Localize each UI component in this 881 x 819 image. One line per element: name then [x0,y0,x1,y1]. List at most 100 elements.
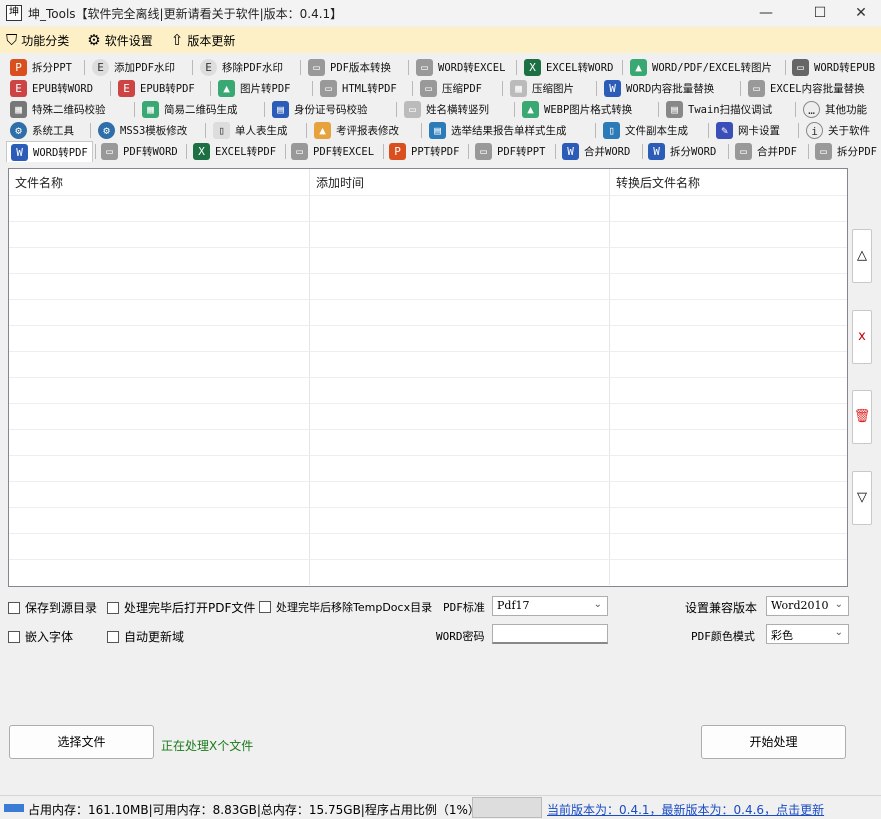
tab-other-functions[interactable]: … 其他功能 [803,99,867,120]
option-remove-temp[interactable]: 处理完毕后移除TempDocx目录 [259,599,432,615]
table-row[interactable] [9,403,847,429]
tab-twain-scanner[interactable]: ▤ Twain扫描仪调试 [666,99,772,120]
tab-row-1: P 拆分PPT E 添加PDF水印 E 移除PDF水印 ▭ PDF版本转换 ▭ WORD转… [0,57,881,78]
tab-excel-to-word[interactable]: X EXCEL转WORD [524,57,613,78]
table-row[interactable] [9,533,847,559]
tab-simple-qr-generate[interactable]: ▦ 简易二维码生成 [142,99,238,120]
table-row[interactable] [9,377,847,403]
pdf-standard-select[interactable]: Pdf17 ⌄ [492,596,608,616]
tab-election-report-style[interactable]: ▤ 选举结果报告单样式生成 [429,120,567,141]
tab-label: Twain扫描仪调试 [688,104,773,116]
checkbox[interactable] [259,601,271,613]
table-row[interactable] [9,299,847,325]
watermark-icon: E [92,59,109,76]
tab-split-ppt[interactable]: P 拆分PPT [10,57,72,78]
tab-id-number-verify[interactable]: ▤ 身份证号码校验 [272,99,368,120]
tab-excel-to-pdf[interactable]: X EXCEL转PDF [193,141,276,162]
tab-single-person-table[interactable]: ▯ 单人表生成 [213,120,288,141]
option-open-after[interactable]: 处理完毕后打开PDF文件 [107,599,255,616]
tab-image-to-pdf[interactable]: ▲ 图片转PDF [218,78,290,99]
close-button[interactable]: ✕ [841,0,881,26]
tab-pdf-version-convert[interactable]: ▭ PDF版本转换 [308,57,391,78]
table-cell [610,196,847,221]
tab-excel-batch-replace[interactable]: ▭ EXCEL内容批量替换 [748,78,865,99]
select-file-button[interactable]: 选择文件 [9,725,154,759]
tab-epub-to-word[interactable]: E EPUB转WORD [10,78,93,99]
tab-epub-to-pdf[interactable]: E EPUB转PDF [118,78,195,99]
checkbox[interactable] [8,601,20,614]
table-row[interactable] [9,221,847,247]
minimize-button[interactable]: — [743,0,789,26]
tab-label: WORD/PDF/EXCEL转图片 [652,62,773,74]
tab-ppt-to-pdf[interactable]: P PPT转PDF [389,141,459,162]
tab-mss3-template[interactable]: ⚙ MSS3模板修改 [98,120,187,141]
pdf-color-mode-select[interactable]: 彩色 ⌄ [766,624,849,644]
tab-system-tools[interactable]: ⚙ 系统工具 [10,120,74,141]
menu-version-update[interactable]: ⇧ 版本更新 [171,31,236,49]
tab-html-to-pdf[interactable]: ▭ HTML转PDF [320,78,397,99]
id-card-icon: ▤ [272,101,289,118]
option-auto-update-field[interactable]: 自动更新域 [107,628,184,645]
column-header-add-time[interactable]: 添加时间 [310,169,610,195]
table-row[interactable] [9,455,847,481]
table-row[interactable] [9,559,847,585]
tab-pdf-to-excel[interactable]: ▭ PDF转EXCEL [291,141,374,162]
tab-file-copy-generate[interactable]: ▯ 文件副本生成 [603,120,688,141]
tab-pdf-to-word[interactable]: ▭ PDF转WORD [101,141,178,162]
checkbox[interactable] [107,601,119,614]
move-up-button[interactable]: △ [852,229,872,283]
table-row[interactable] [9,325,847,351]
tab-special-qr-verify[interactable]: ▦ 特殊二维码校验 [10,99,106,120]
tab-webp-convert[interactable]: ▲ WEBP图片格式转换 [522,99,632,120]
clear-list-button[interactable]: 🗑 [852,390,872,444]
file-list-table[interactable]: 文件名称 添加时间 转换后文件名称 [8,168,848,587]
gear-icon: ⚙ [87,31,101,49]
tab-split-pdf[interactable]: ▭ 拆分PDF [815,141,877,162]
table-row[interactable] [9,247,847,273]
option-save-to-source[interactable]: 保存到源目录 [8,599,97,616]
tab-remove-pdf-watermark[interactable]: E 移除PDF水印 [200,57,283,78]
tab-compress-pdf[interactable]: ▭ 压缩PDF [420,78,482,99]
tab-evaluation-report[interactable]: ▲ 考评报表修改 [314,120,399,141]
tab-word-to-excel[interactable]: ▭ WORD转EXCEL [416,57,505,78]
tab-word-to-epub[interactable]: ▭ WORD转EPUB [792,57,875,78]
checkbox[interactable] [107,630,119,643]
tab-label: 文件副本生成 [625,125,688,137]
tab-add-pdf-watermark[interactable]: E 添加PDF水印 [92,57,175,78]
table-cell [310,482,610,507]
table-row[interactable] [9,429,847,455]
menu-function-category[interactable]: ⛉ 功能分类 [6,31,69,49]
compat-version-select[interactable]: Word2010 ⌄ [766,596,849,616]
start-process-button[interactable]: 开始处理 [701,725,846,759]
table-row[interactable] [9,351,847,377]
table-row[interactable] [9,507,847,533]
table-row[interactable] [9,481,847,507]
tab-label: PDF转EXCEL [313,146,375,158]
table-row[interactable] [9,273,847,299]
tab-name-horizontal-vertical[interactable]: ▭ 姓名横转竖列 [404,99,489,120]
option-embed-font[interactable]: 嵌入字体 [8,628,73,645]
checkbox[interactable] [8,630,20,643]
menu-software-settings[interactable]: ⚙ 软件设置 [87,31,152,49]
tab-merge-word[interactable]: W 合并WORD [562,141,630,162]
tab-network-card-settings[interactable]: ✎ 网卡设置 [716,120,780,141]
tab-pdf-to-ppt[interactable]: ▭ PDF转PPT [475,141,545,162]
word-password-input[interactable] [492,624,608,644]
table-row[interactable] [9,195,847,221]
tab-word-to-pdf[interactable]: W WORD转PDF [6,141,93,162]
menu-label: 软件设置 [104,33,153,48]
tab-compress-image[interactable]: ▦ 压缩图片 [510,78,574,99]
delete-button[interactable]: x [852,310,872,364]
tab-word-batch-replace[interactable]: W WORD内容批量替换 [604,78,714,99]
version-update-link[interactable]: 当前版本为：0.4.1，最新版本为：0.4.6，点击更新 [547,801,824,818]
move-down-button[interactable]: ▽ [852,471,872,525]
tab-merge-pdf[interactable]: ▭ 合并PDF [735,141,797,162]
column-header-file-name[interactable]: 文件名称 [9,169,310,195]
tab-split-word[interactable]: W 拆分WORD [648,141,716,162]
tab-about-software[interactable]: i 关于软件 [806,120,870,141]
table-cell [610,274,847,299]
tab-office-to-image[interactable]: ▲ WORD/PDF/EXCEL转图片 [630,57,772,78]
maximize-button[interactable]: ☐ [797,0,843,26]
tab-label: 姓名横转竖列 [426,104,489,116]
column-header-converted-name[interactable]: 转换后文件名称 [610,169,847,195]
